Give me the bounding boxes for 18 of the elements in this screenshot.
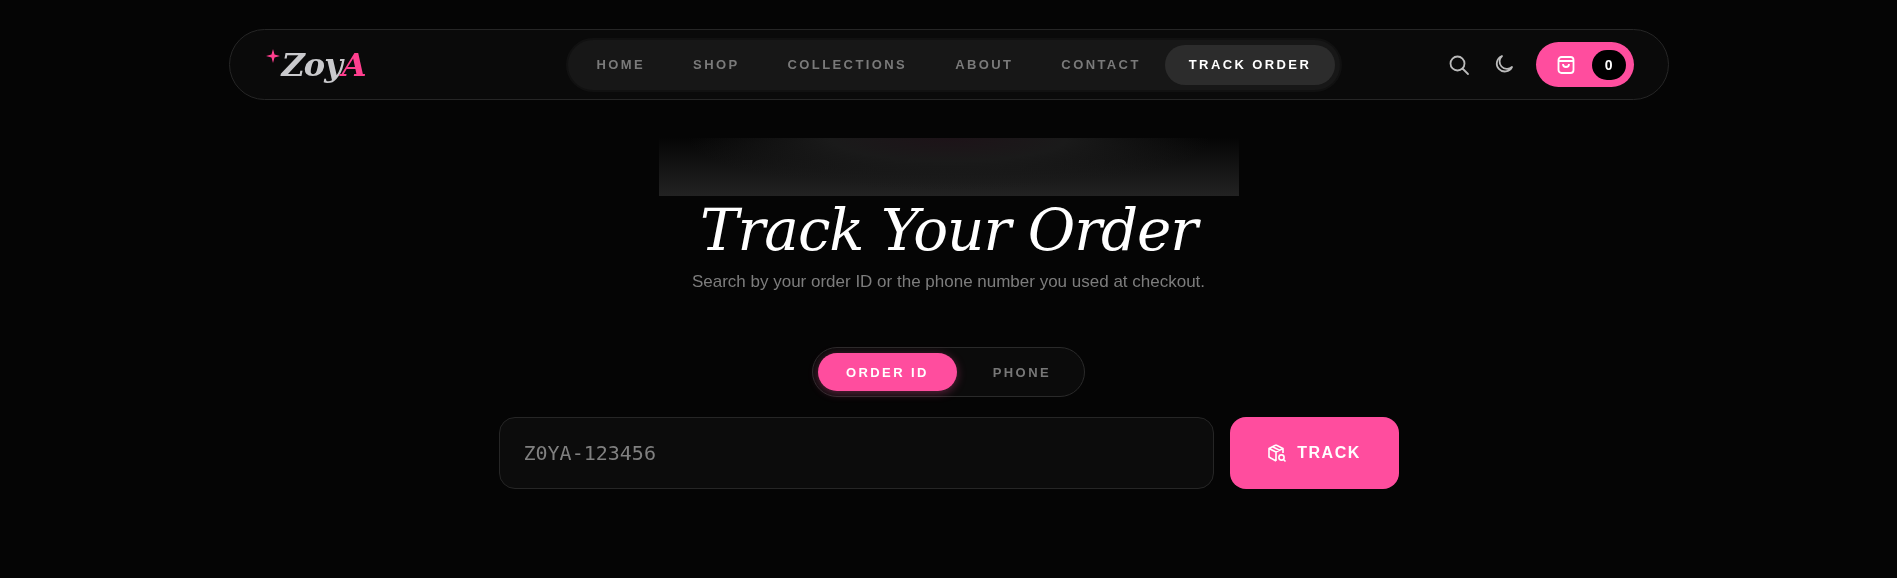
nav-tab[interactable]: CONTACT xyxy=(1037,44,1165,85)
order-id-field[interactable]: Z0YA-123456 xyxy=(498,417,1214,489)
nav-tab[interactable]: SHOP xyxy=(669,44,764,85)
nav-tab[interactable]: HOME xyxy=(572,44,670,85)
page-subtitle: Search by your order ID or the phone number you used at checkout. xyxy=(690,272,1207,292)
cart-button[interactable]: 0 xyxy=(1535,42,1634,87)
nav-tab[interactable]: TRACK ORDER xyxy=(1164,44,1336,85)
nav-tab[interactable]: COLLECTIONS xyxy=(763,44,932,85)
logo[interactable]: ZoyA xyxy=(281,48,366,81)
nav-tab[interactable]: ABOUT xyxy=(931,44,1038,85)
search-icon[interactable] xyxy=(1447,53,1470,76)
sparkle-icon xyxy=(265,48,280,63)
track-button[interactable]: TRACK xyxy=(1229,417,1399,489)
cart-count: 0 xyxy=(1591,49,1626,80)
shopping-bag-icon xyxy=(1555,54,1576,75)
mode-tab[interactable]: PHONE xyxy=(964,353,1079,391)
package-search-icon xyxy=(1267,443,1288,463)
mode-tab[interactable]: ORDER ID xyxy=(818,353,957,391)
